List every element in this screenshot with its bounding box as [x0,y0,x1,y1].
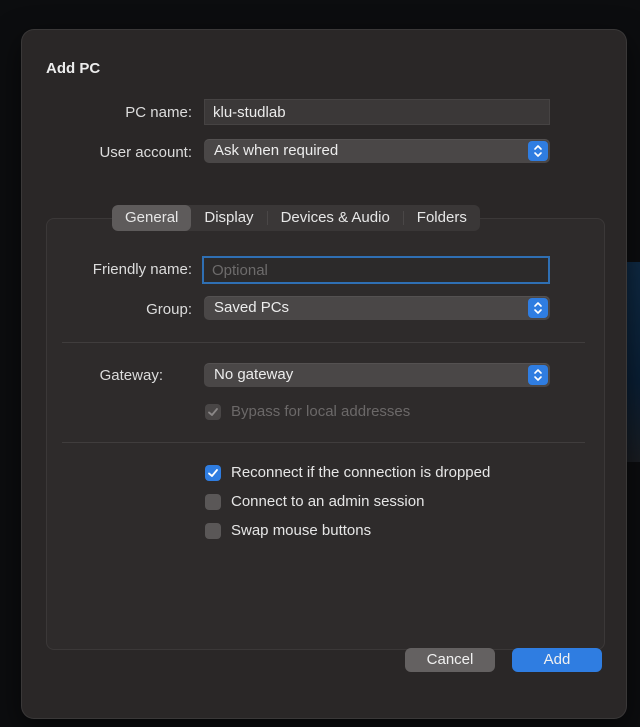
reconnect-checkbox[interactable] [205,465,221,481]
admin-session-checkbox[interactable] [205,494,221,510]
group-value: Saved PCs [214,299,290,316]
friendly-name-label: Friendly name: [92,261,192,278]
pc-name-input[interactable] [204,99,550,125]
gateway-popup[interactable]: No gateway [204,363,550,387]
user-account-value: Ask when required [214,142,339,159]
tab-bar: General Display Devices & Audio Folders [112,205,480,231]
swap-mouse-checkbox[interactable] [205,523,221,539]
tab-devices-audio[interactable]: Devices & Audio [268,205,403,231]
bypass-label: Bypass for local addresses [231,403,411,420]
pc-name-label: PC name: [125,104,192,121]
swap-mouse-label: Swap mouse buttons [231,522,372,539]
section-divider [62,442,585,443]
add-button[interactable]: Add [512,648,602,672]
user-account-label: User account: [99,144,192,161]
cancel-button[interactable]: Cancel [405,648,495,672]
background-window-strip [626,262,640,462]
gateway-label: Gateway: [99,367,163,384]
bypass-checkbox[interactable] [205,404,221,420]
gateway-value: No gateway [214,366,294,383]
tab-display[interactable]: Display [191,205,266,231]
user-account-popup[interactable]: Ask when required [204,139,550,163]
friendly-name-input[interactable] [202,256,550,284]
add-pc-dialog: Add PC PC name: User account: Ask when r… [22,30,626,718]
group-popup[interactable]: Saved PCs [204,296,550,320]
chevron-updown-icon [528,141,548,161]
chevron-updown-icon [528,298,548,318]
dialog-title: Add PC [46,60,101,77]
tab-folders[interactable]: Folders [404,205,480,231]
tab-general[interactable]: General [112,205,192,231]
admin-session-label: Connect to an admin session [231,493,425,510]
chevron-updown-icon [528,365,548,385]
group-label: Group: [146,301,192,318]
section-divider [62,342,585,343]
reconnect-label: Reconnect if the connection is dropped [231,464,491,481]
